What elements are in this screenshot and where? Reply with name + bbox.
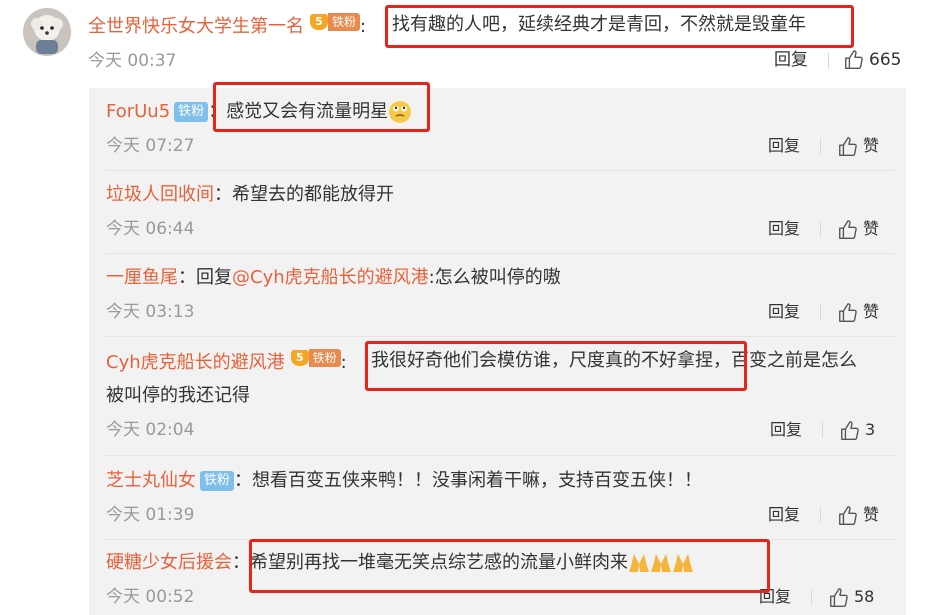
fan-level-badge[interactable]: 5 铁粉	[310, 12, 361, 32]
thumbs-up-icon	[830, 587, 848, 607]
reply-button[interactable]: 回复	[768, 300, 800, 324]
reply-list: ForUu5 铁粉 ：感觉又会有流量明星 今天 07:27 回复 赞 垃圾人回收间：…	[89, 82, 906, 615]
divider	[820, 221, 821, 237]
avatar[interactable]	[23, 8, 71, 56]
timestamp: 今天 06:44	[106, 219, 195, 239]
like-button[interactable]: 赞	[837, 300, 879, 324]
divider	[105, 170, 895, 171]
username[interactable]: 硬糖少女后援会	[106, 552, 232, 573]
username[interactable]: 芝士丸仙女	[106, 470, 196, 491]
thumbs-up-icon	[845, 50, 863, 69]
username[interactable]: 全世界快乐女大学生第一名	[88, 16, 304, 37]
divider	[820, 304, 821, 320]
timestamp: 今天 00:37	[88, 51, 177, 71]
divider	[105, 336, 895, 337]
divider	[105, 539, 895, 540]
reply-button[interactable]: 回复	[770, 418, 802, 442]
comment-text-continued: 被叫停的我还记得	[106, 385, 250, 406]
username[interactable]: Cyh虎克船长的避风港	[106, 352, 285, 373]
like-button[interactable]: 赞	[837, 134, 879, 158]
crown-icon: 5	[290, 348, 309, 368]
timestamp: 今天 07:27	[106, 136, 195, 156]
divider	[820, 507, 821, 523]
divider	[811, 589, 812, 605]
comment-text: 希望去的都能放得开	[232, 184, 394, 205]
thumbs-up-icon	[841, 420, 859, 440]
comment-text: 感觉又会有流量明星	[226, 101, 389, 122]
divider	[105, 455, 895, 456]
comment-text: :怎么被叫停的嗷	[428, 267, 561, 288]
timestamp: 今天 02:04	[106, 420, 195, 440]
reply-button[interactable]: 回复	[768, 503, 800, 527]
reply-button[interactable]: 回复	[768, 134, 800, 158]
fan-level-badge[interactable]: 5 铁粉	[290, 348, 341, 368]
thumbs-up-icon	[839, 136, 857, 156]
mention-link[interactable]: @Cyh虎克船长的避风港	[232, 267, 429, 288]
timestamp: 今天 00:52	[106, 587, 195, 607]
timestamp: 今天 03:13	[106, 302, 195, 322]
like-button[interactable]: 665	[843, 48, 901, 72]
comment-text: 希望别再找一堆毫无笑点综艺感的流量小鲜肉来	[250, 552, 628, 573]
like-button[interactable]: 3	[839, 418, 875, 442]
reply-button[interactable]: 回复	[774, 48, 808, 72]
reply-button[interactable]: 回复	[759, 585, 791, 609]
like-button[interactable]: 赞	[837, 217, 879, 241]
praying-hands-emoji-icon	[628, 552, 694, 573]
divider	[822, 422, 823, 438]
thumbs-up-icon	[839, 219, 857, 239]
comment-text: 找有趣的人吧，延续经典才是青回，不然就是毁童年	[392, 14, 806, 35]
eyes-rolling-emoji-icon	[389, 101, 412, 123]
username[interactable]: 一厘鱼尾	[106, 267, 178, 288]
username[interactable]: ForUu5	[106, 101, 170, 122]
main-comment-line: 全世界快乐女大学生第一名 5 铁粉: 找有趣的人吧，延续经典才是青回，不然就是毁童年	[88, 12, 806, 37]
thumbs-up-icon	[839, 505, 857, 525]
comment-text: 我很好奇他们会模仿谁，尺度真的不好拿捏，百变之前是怎么	[371, 350, 857, 371]
fan-badge[interactable]: 铁粉	[200, 471, 235, 491]
divider	[105, 253, 895, 254]
comment-text: 想看百变五侠来鸭！！没事闲着干嘛，支持百变五侠！！	[252, 470, 703, 491]
crown-icon: 5	[310, 12, 328, 32]
like-button[interactable]: 赞	[837, 503, 879, 527]
username[interactable]: 垃圾人回收间	[106, 184, 214, 205]
thumbs-up-icon	[839, 302, 857, 322]
divider	[820, 138, 821, 154]
timestamp: 今天 01:39	[106, 505, 195, 525]
divider	[828, 53, 829, 69]
reply-button[interactable]: 回复	[768, 217, 800, 241]
fan-badge[interactable]: 铁粉	[174, 102, 209, 122]
main-comment: 全世界快乐女大学生第一名 5 铁粉: 找有趣的人吧，延续经典才是青回，不然就是毁童年…	[0, 0, 931, 86]
like-button[interactable]: 58	[828, 585, 874, 609]
